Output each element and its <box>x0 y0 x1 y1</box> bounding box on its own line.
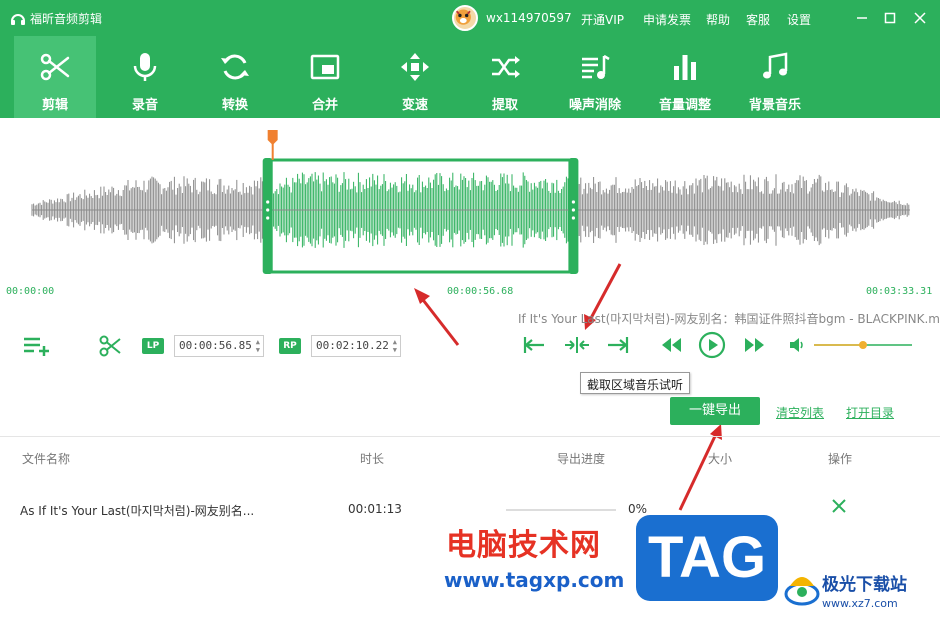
rp-time-value: 00:02:10.22 <box>316 339 389 352</box>
lp-time-input[interactable]: 00:00:56.85 ▲ ▼ <box>174 335 264 357</box>
watermark-jiguang-url: www.xz7.com <box>822 597 898 610</box>
row-duration: 00:01:13 <box>348 502 402 516</box>
rp-time-input[interactable]: 00:02:10.22 ▲ ▼ <box>311 335 401 357</box>
rp-badge: RP <box>279 338 301 354</box>
row-progress-text: 0% <box>628 502 648 516</box>
row-file-name: As If It's Your Last(마지막처럼)-网友别名... <box>20 504 255 518</box>
table-divider <box>0 436 940 437</box>
watermark-jiguang-name: 极光下载站 <box>822 575 907 595</box>
tooltip: 截取区域音乐试听 <box>580 372 691 394</box>
header-duration: 时长 <box>360 452 385 466</box>
volume-slider-thumb[interactable] <box>859 341 867 349</box>
jump-to-end-icon[interactable] <box>606 334 630 356</box>
volume-icon[interactable] <box>788 337 806 353</box>
song-title: If It's Your Last(마지막처럼)-网友别名：韩国证件照抖音bgm… <box>518 312 940 326</box>
scissors-icon[interactable] <box>98 334 122 358</box>
volume-slider[interactable] <box>812 338 914 352</box>
jiguang-logo-icon <box>784 577 820 606</box>
header-file-name: 文件名称 <box>22 452 71 466</box>
preview-selection-icon[interactable] <box>563 334 591 356</box>
add-list-icon[interactable] <box>22 334 52 358</box>
header-progress: 导出进度 <box>557 452 606 466</box>
header-size: 大小 <box>708 452 733 466</box>
watermark-url: www.tagxp.com <box>444 568 625 592</box>
play-icon[interactable] <box>698 331 726 359</box>
fast-forward-icon[interactable] <box>742 336 766 354</box>
rewind-icon[interactable] <box>660 336 684 354</box>
watermark-site-name: 电脑技术网 <box>446 528 601 563</box>
spin-arrows-icon[interactable]: ▲ ▼ <box>256 338 260 354</box>
export-button[interactable]: 一键导出 <box>670 397 760 425</box>
watermark-tag-badge: TAG <box>636 515 778 601</box>
open-folder-link[interactable]: 打开目录 <box>846 404 894 421</box>
header-actions: 操作 <box>828 452 853 466</box>
annotation-arrow-icon <box>414 288 460 346</box>
spin-arrows-icon[interactable]: ▲ ▼ <box>393 338 397 354</box>
jump-to-start-icon[interactable] <box>522 334 546 356</box>
row-progress-bar <box>506 509 616 511</box>
lp-time-value: 00:00:56.85 <box>179 339 252 352</box>
delete-icon[interactable] <box>830 497 848 515</box>
clear-list-link[interactable]: 清空列表 <box>776 404 824 421</box>
lp-badge: LP <box>142 338 164 354</box>
